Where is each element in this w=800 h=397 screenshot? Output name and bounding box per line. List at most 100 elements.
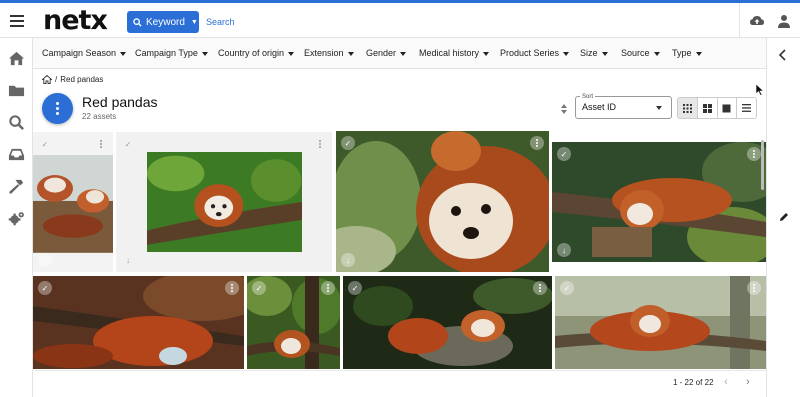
mouse-cursor-icon <box>756 84 764 96</box>
user-icon[interactable] <box>776 13 792 29</box>
more-options-button[interactable] <box>533 281 547 295</box>
red-panda-image <box>147 152 302 252</box>
filter-label: Campaign Type <box>135 48 198 58</box>
caret-down-icon <box>288 51 295 56</box>
view-grid-medium-button[interactable] <box>697 98 718 118</box>
filter-label: Campaign Season <box>42 48 117 58</box>
filter-label: Gender <box>366 48 397 58</box>
cloud-upload-icon[interactable] <box>749 13 765 29</box>
hammer-icon[interactable] <box>8 178 25 195</box>
red-panda-image <box>336 131 549 272</box>
filter-source[interactable]: Source <box>621 48 660 58</box>
caret-down-icon <box>120 51 127 56</box>
red-panda-image <box>343 276 552 369</box>
download-icon[interactable]: ↓ <box>341 253 355 267</box>
asset-tile[interactable]: ✓ ↓ <box>33 132 113 272</box>
asset-tile[interactable]: ✓ ↓ <box>552 142 766 262</box>
select-checkbox[interactable]: ✓ <box>341 136 355 150</box>
asset-tile[interactable]: ✓ ↓ <box>336 131 549 272</box>
search-mode-label: Keyword <box>146 16 185 28</box>
breadcrumb-current[interactable]: Red pandas <box>60 75 103 84</box>
more-options-button[interactable] <box>313 137 327 151</box>
select-checkbox[interactable]: ✓ <box>38 137 52 151</box>
filter-country-of-origin[interactable]: Country of origin <box>218 48 295 58</box>
asset-tile[interactable]: ✓ <box>343 276 552 369</box>
caret-down-icon <box>563 51 570 56</box>
list-icon <box>742 104 752 112</box>
asset-tile[interactable]: ✓ <box>555 276 766 369</box>
download-icon[interactable]: ↓ <box>121 253 135 267</box>
filter-gender[interactable]: Gender <box>366 48 407 58</box>
filter-label: Source <box>621 48 650 58</box>
select-checkbox[interactable]: ✓ <box>38 281 52 295</box>
caret-down-icon <box>201 51 208 56</box>
sort-label: Sort <box>580 94 596 100</box>
filter-label: Extension <box>304 48 344 58</box>
filter-label: Product Series <box>500 48 560 58</box>
search-icon <box>133 17 142 27</box>
view-list-button[interactable] <box>737 98 756 118</box>
grid-small-icon <box>682 103 692 113</box>
scrollbar-thumb[interactable] <box>761 140 764 190</box>
more-options-button[interactable] <box>94 137 108 151</box>
asset-tile[interactable]: ✓ <box>247 276 340 369</box>
grid-medium-icon <box>702 103 712 113</box>
select-checkbox[interactable]: ✓ <box>252 281 266 295</box>
view-grid-small-button[interactable] <box>678 98 698 118</box>
home-icon[interactable] <box>8 50 25 67</box>
header-divider <box>739 3 740 38</box>
gears-icon[interactable] <box>8 210 25 227</box>
asset-tile[interactable]: ✓ <box>33 276 244 369</box>
breadcrumb-separator: / <box>55 75 58 84</box>
collection-actions-button[interactable] <box>42 93 73 124</box>
select-checkbox[interactable]: ✓ <box>121 137 135 151</box>
previous-page-button[interactable]: ‹ <box>724 376 728 388</box>
more-options-button[interactable] <box>321 281 335 295</box>
search-icon[interactable] <box>8 114 25 131</box>
inbox-icon[interactable] <box>8 146 25 163</box>
caret-down-icon <box>653 51 660 56</box>
home-icon[interactable] <box>42 75 52 84</box>
filter-medical-history[interactable]: Medical history <box>419 48 490 58</box>
filter-label: Country of origin <box>218 48 285 58</box>
view-mode-toggle <box>677 97 757 119</box>
select-checkbox[interactable]: ✓ <box>560 281 574 295</box>
search-mode-button[interactable]: Keyword ▼ <box>127 11 199 33</box>
filter-label: Size <box>580 48 598 58</box>
folder-icon[interactable] <box>8 82 25 99</box>
filter-extension[interactable]: Extension <box>304 48 354 58</box>
red-panda-image <box>33 276 244 369</box>
red-panda-image <box>552 142 766 262</box>
download-icon[interactable]: ↓ <box>38 253 52 267</box>
filter-size[interactable]: Size <box>580 48 608 58</box>
right-panel-rail <box>766 38 800 397</box>
app-header: netx Keyword ▼ Search <box>0 3 800 38</box>
next-page-button[interactable]: › <box>746 376 750 388</box>
more-options-button[interactable] <box>747 281 761 295</box>
filter-type[interactable]: Type <box>672 48 702 58</box>
filter-product-series[interactable]: Product Series <box>500 48 570 58</box>
grid-large-icon <box>722 104 731 112</box>
filter-label: Medical history <box>419 48 480 58</box>
asset-tile[interactable]: ✓ ↓ <box>116 132 332 272</box>
hamburger-icon[interactable] <box>10 15 24 27</box>
page-title: Red pandas <box>82 94 158 110</box>
pencil-icon[interactable] <box>779 212 789 222</box>
sort-direction-icon[interactable] <box>560 103 568 115</box>
more-options-button[interactable] <box>747 147 761 161</box>
download-icon[interactable]: ↓ <box>557 243 571 257</box>
more-options-button[interactable] <box>225 281 239 295</box>
select-checkbox[interactable]: ✓ <box>557 147 571 161</box>
select-checkbox[interactable]: ✓ <box>348 281 362 295</box>
filter-campaign-type[interactable]: Campaign Type <box>135 48 208 58</box>
more-options-button[interactable] <box>530 136 544 150</box>
caret-down-icon <box>347 51 354 56</box>
search-input[interactable]: Search <box>206 17 235 27</box>
caret-down-icon <box>483 51 490 56</box>
breadcrumb: / Red pandas <box>42 75 103 84</box>
chevron-left-icon[interactable] <box>778 49 788 61</box>
caret-down-icon <box>400 51 407 56</box>
app-logo[interactable]: netx <box>43 5 108 36</box>
filter-campaign-season[interactable]: Campaign Season <box>42 48 127 58</box>
view-grid-large-button[interactable] <box>717 98 738 118</box>
